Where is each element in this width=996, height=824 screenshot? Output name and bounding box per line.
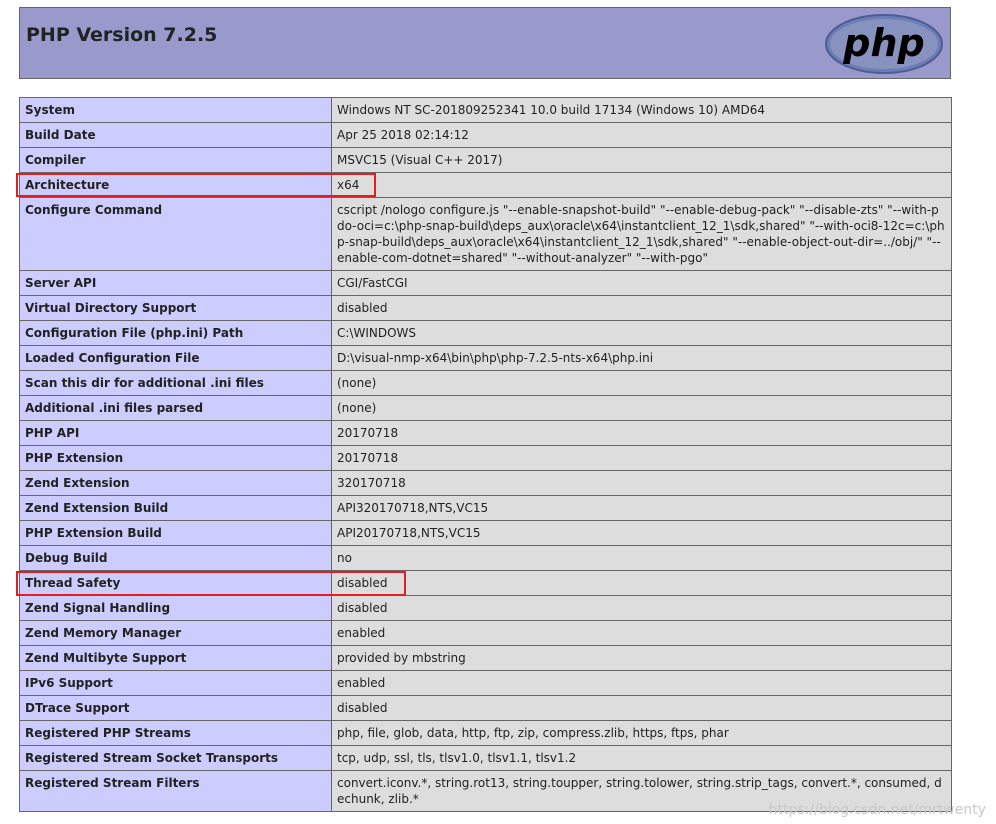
table-row: Zend Multibyte Support provided by mbstri… [19, 645, 952, 671]
row-label: Configuration File (php.ini) Path [19, 320, 332, 346]
row-value: cscript /nologo configure.js "--enable-s… [331, 197, 952, 271]
version-header: PHP Version 7.2.5 php [19, 7, 951, 79]
row-label: Zend Extension Build [19, 495, 332, 521]
row-label: Zend Multibyte Support [19, 645, 332, 671]
table-row: Thread Safety disabled [19, 570, 952, 596]
row-label: Thread Safety [19, 570, 332, 596]
row-label: Build Date [19, 122, 332, 148]
table-row: Scan this dir for additional .ini files(… [19, 370, 952, 396]
row-label: Loaded Configuration File [19, 345, 332, 371]
row-value: 20170718 [331, 420, 952, 446]
table-row: Debug Build no [19, 545, 952, 571]
row-value: provided by mbstring [331, 645, 952, 671]
row-label: Registered Stream Socket Transports [19, 745, 332, 771]
row-value: (none) [331, 395, 952, 421]
row-label: Compiler [19, 147, 332, 173]
row-value: x64 [331, 172, 952, 198]
row-label: Zend Signal Handling [19, 595, 332, 621]
row-value: API20170718,NTS,VC15 [331, 520, 952, 546]
row-label: Zend Extension [19, 470, 332, 496]
row-label: Registered Stream Filters [19, 770, 332, 812]
row-label: Scan this dir for additional .ini files [19, 370, 332, 396]
info-table-body: System Windows NT SC-201809252341 10.0 bu… [19, 97, 952, 812]
info-table: System Windows NT SC-201809252341 10.0 bu… [19, 97, 952, 812]
row-label: Server API [19, 270, 332, 296]
row-label: Configure Command [19, 197, 332, 271]
row-label: System [19, 97, 332, 123]
table-row: Additional .ini files parsed (none) [19, 395, 952, 421]
table-row: Compiler MSVC15 (Visual C++ 2017) [19, 147, 952, 173]
row-value: MSVC15 (Visual C++ 2017) [331, 147, 952, 173]
php-logo-graphic: php [825, 14, 943, 74]
table-row: IPv6 Support enabled [19, 670, 952, 696]
row-label: PHP Extension Build [19, 520, 332, 546]
table-row: Zend Memory Manager enabled [19, 620, 952, 646]
table-row: PHP Extension Build API20170718,NTS,VC15 [19, 520, 952, 546]
row-label: Additional .ini files parsed [19, 395, 332, 421]
row-value: php, file, glob, data, http, ftp, zip, c… [331, 720, 952, 746]
table-row: PHP Extension 20170718 [19, 445, 952, 471]
table-row: Zend Extension Build API320170718,NTS,VC1… [19, 495, 952, 521]
row-value: CGI/FastCGI [331, 270, 952, 296]
row-value: API320170718,NTS,VC15 [331, 495, 952, 521]
row-label: PHP Extension [19, 445, 332, 471]
row-value: C:\WINDOWS [331, 320, 952, 346]
php-logo-icon[interactable]: php [824, 13, 944, 75]
row-value: enabled [331, 620, 952, 646]
row-value: disabled [331, 595, 952, 621]
row-value: Windows NT SC-201809252341 10.0 build 17… [331, 97, 952, 123]
table-row: Configure Command cscript /nologo configu… [19, 197, 952, 271]
page-title: PHP Version 7.2.5 [26, 24, 218, 46]
row-value: disabled [331, 695, 952, 721]
row-value: (none) [331, 370, 952, 396]
table-row: Build Date Apr 25 2018 02:14:12 [19, 122, 952, 148]
row-value: tcp, udp, ssl, tls, tlsv1.0, tlsv1.1, tl… [331, 745, 952, 771]
table-row: Loaded Configuration File D:\visual-nmp-x… [19, 345, 952, 371]
row-label: IPv6 Support [19, 670, 332, 696]
table-row: Virtual Directory Support disabled [19, 295, 952, 321]
row-value: disabled [331, 295, 952, 321]
table-row: Server API CGI/FastCGI [19, 270, 952, 296]
table-row: PHP API 20170718 [19, 420, 952, 446]
row-value: enabled [331, 670, 952, 696]
row-value: D:\visual-nmp-x64\bin\php\php-7.2.5-nts-… [331, 345, 952, 371]
row-label: Registered PHP Streams [19, 720, 332, 746]
row-value: 20170718 [331, 445, 952, 471]
row-label: Debug Build [19, 545, 332, 571]
table-row: Configuration File (php.ini) Path C:\WIND… [19, 320, 952, 346]
row-label: Zend Memory Manager [19, 620, 332, 646]
row-value: 320170718 [331, 470, 952, 496]
table-row: DTrace Support disabled [19, 695, 952, 721]
row-label: Architecture [19, 172, 332, 198]
table-row: Registered PHP Streams php, file, glob, d… [19, 720, 952, 746]
phpinfo-page: PHP Version 7.2.5 php System Windows NT S… [0, 0, 996, 824]
row-value: disabled [331, 570, 952, 596]
row-value: no [331, 545, 952, 571]
row-value: Apr 25 2018 02:14:12 [331, 122, 952, 148]
table-row: Registered Stream Socket Transports tcp, … [19, 745, 952, 771]
table-row: System Windows NT SC-201809252341 10.0 bu… [19, 97, 952, 123]
table-row: Zend Extension 320170718 [19, 470, 952, 496]
watermark: https://blog.csdn.net/mrtwenty [768, 802, 986, 818]
table-row: Zend Signal Handling disabled [19, 595, 952, 621]
php-logo-text: php [842, 21, 924, 65]
row-label: DTrace Support [19, 695, 332, 721]
row-label: PHP API [19, 420, 332, 446]
row-label: Virtual Directory Support [19, 295, 332, 321]
table-row: Architecture x64 [19, 172, 952, 198]
